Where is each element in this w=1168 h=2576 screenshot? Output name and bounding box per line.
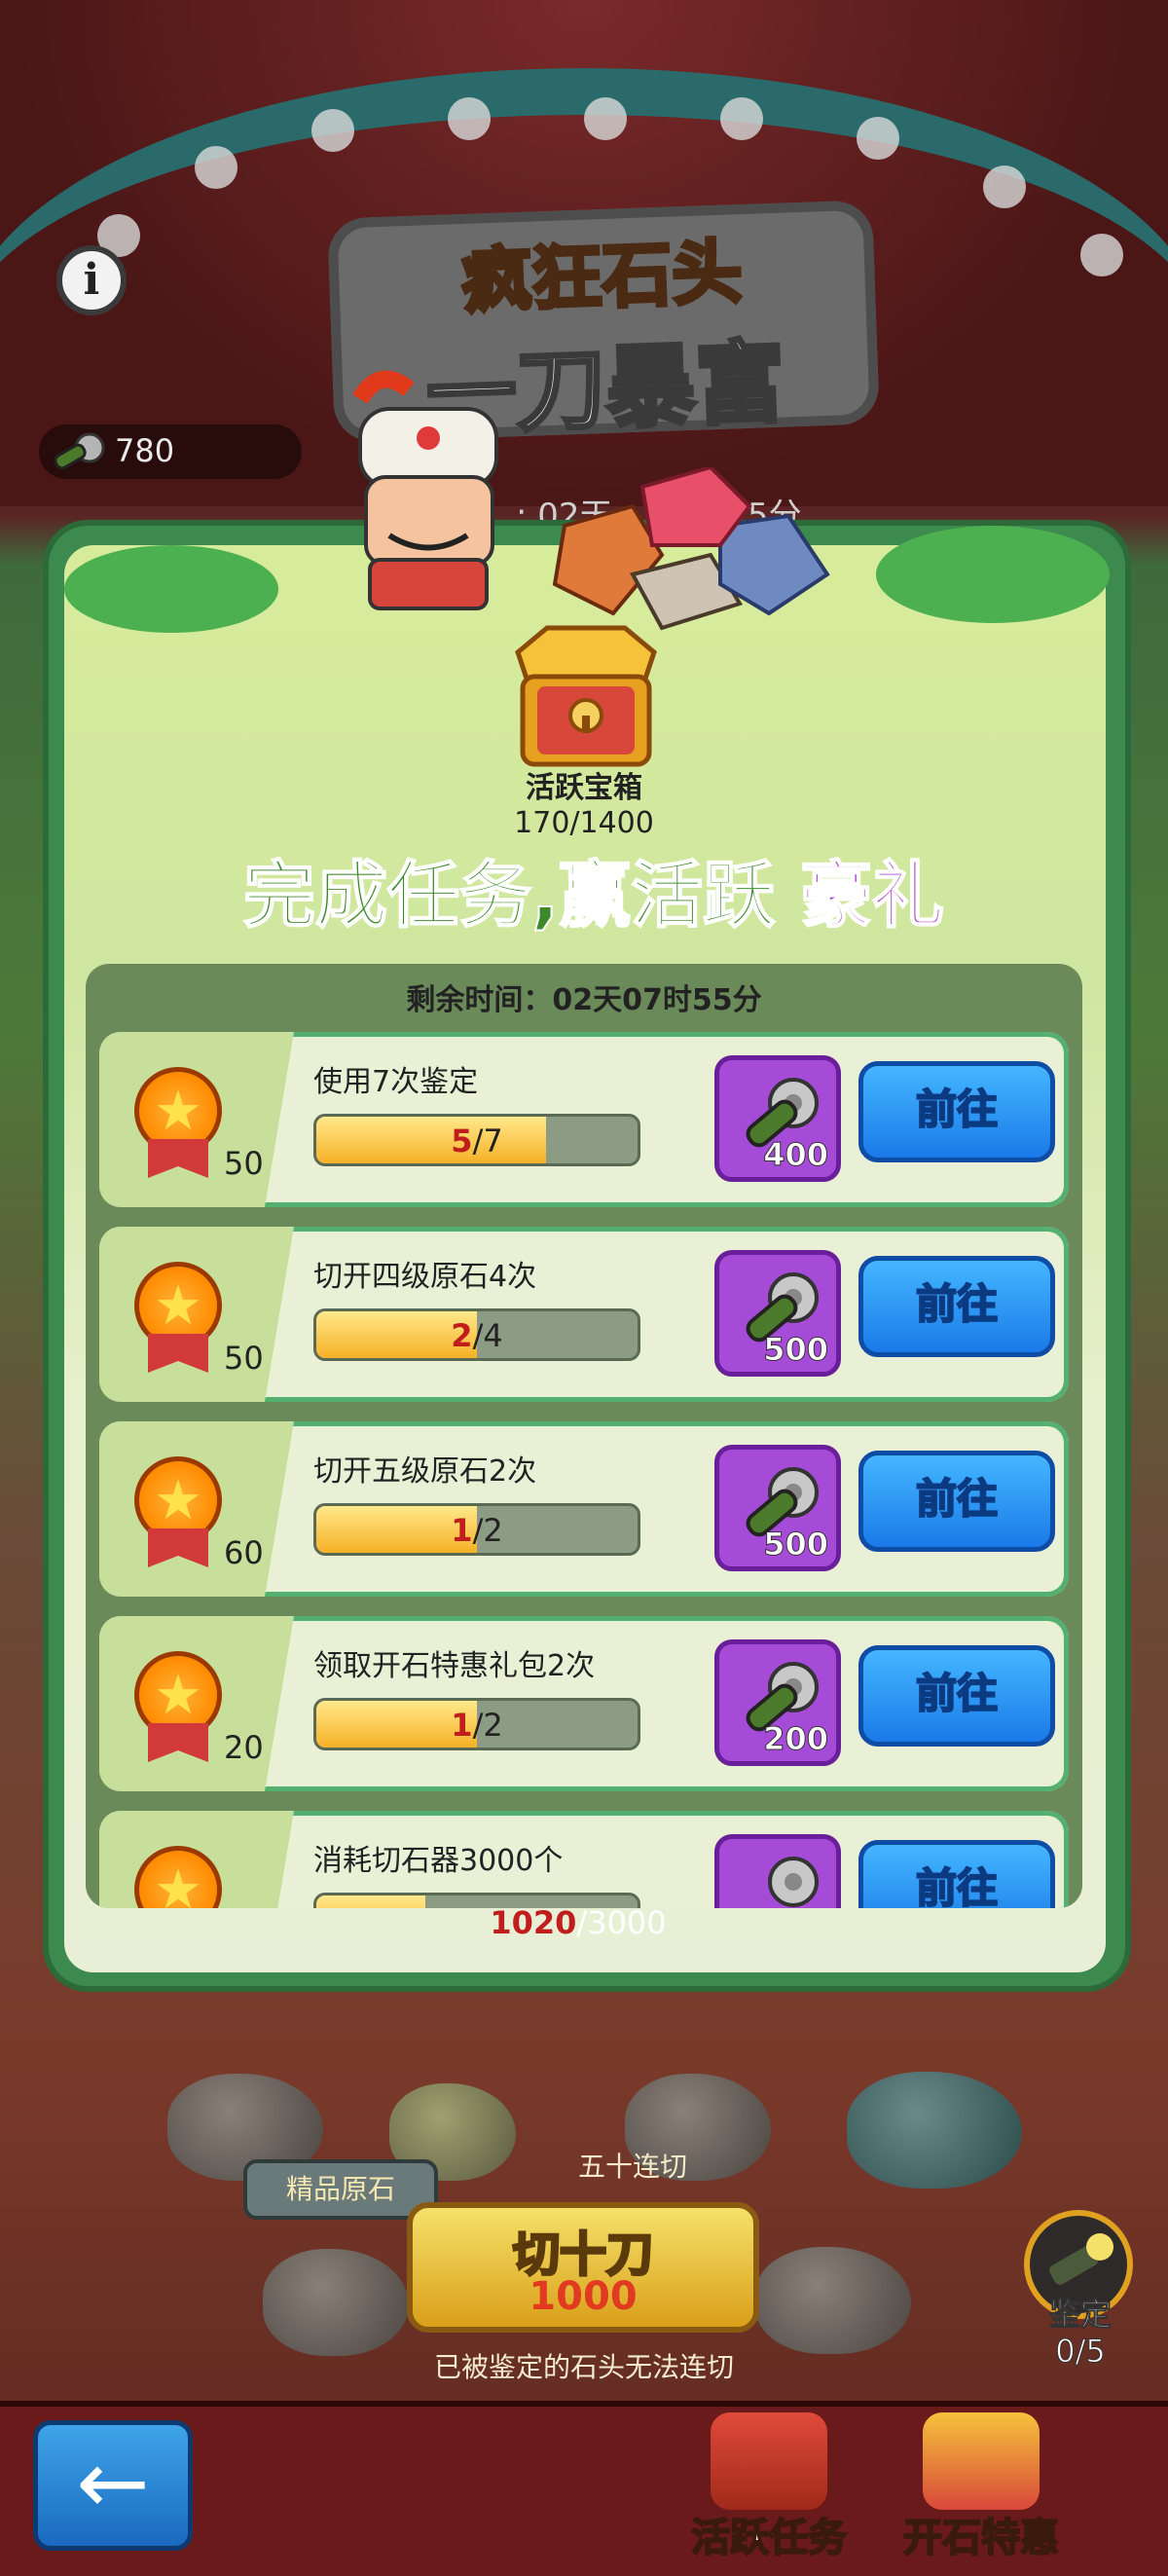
light-bulb [1080, 234, 1123, 276]
task-points: 50 [224, 1145, 264, 1182]
stone[interactable] [263, 2249, 409, 2356]
remaining-time: 剩余时间：02天07时55分 [406, 983, 762, 1017]
task-row: ★ 50 使用7次鉴定 5/7 400 前往 [99, 1032, 1069, 1207]
tab-active-tasks-label: 活跃任务 [690, 2515, 848, 2561]
chest-progress: 170/1400 [514, 806, 654, 840]
light-bulb [311, 109, 354, 152]
task-name: 领取开石特惠礼包2次 [313, 1649, 596, 1683]
cut-ten-button[interactable]: 切十刀 1000 [407, 2202, 759, 2333]
gift-box-icon [923, 2412, 1040, 2510]
tab-stone-deals-label: 开石特惠 [902, 2515, 1060, 2561]
premium-stone-tag: 精品原石 [243, 2159, 438, 2220]
task-points: 50 [224, 1340, 264, 1377]
merchant-character [352, 370, 498, 610]
task-row: ★ 20 领取开石特惠礼包2次 1/2 200 前往 [99, 1616, 1069, 1791]
progress-total: /4 [472, 1317, 503, 1354]
reward-box: 500 [714, 1445, 841, 1571]
stone[interactable] [755, 2247, 911, 2354]
fifty-cut-label[interactable]: 五十连切 [526, 2146, 740, 2185]
progress-total: /3000 [576, 1904, 667, 1941]
task-progress-bar: 5/7 [313, 1114, 640, 1166]
reward-amount: 500 [763, 1526, 829, 1564]
progress-current: 5 [451, 1122, 473, 1159]
progress-total: /2 [472, 1512, 503, 1549]
task-name: 使用7次鉴定 [313, 1065, 479, 1099]
go-button[interactable]: 前往 [858, 1256, 1055, 1357]
cutter-icon [54, 432, 105, 470]
tab-active-tasks[interactable]: 活跃任务 [672, 2401, 866, 2570]
light-bulb [195, 146, 237, 189]
task-progress-bar: 1/2 [313, 1698, 640, 1750]
reward-box: 400 [714, 1055, 841, 1182]
treasure-chest-icon[interactable] [498, 623, 674, 779]
stone[interactable] [847, 2072, 1022, 2189]
reward-box [714, 1834, 841, 1908]
light-bulb [720, 97, 763, 140]
cutter-currency-display: 780 [39, 424, 302, 479]
task-points: 60 [224, 1534, 264, 1571]
go-button[interactable]: 前往 [858, 1645, 1055, 1747]
gem-stones-decoration [552, 467, 830, 631]
appraise-count: 0/5 [1055, 2333, 1107, 2371]
cut-note: 已被鉴定的石头无法连切 [433, 2351, 734, 2383]
go-button[interactable]: 前往 [858, 1061, 1055, 1162]
cutter-icon [768, 1857, 819, 1907]
task-row: ★ 60 切开五级原石2次 1/2 500 前往 [99, 1421, 1069, 1597]
info-icon[interactable]: i [56, 245, 127, 315]
progress-current: 2 [451, 1317, 473, 1354]
task-name: 切开四级原石4次 [313, 1260, 537, 1294]
light-bulb [857, 117, 899, 160]
task-name: 消耗切石器3000个 [313, 1844, 564, 1878]
back-button[interactable]: ← [33, 2420, 193, 2551]
progress-total: /7 [472, 1122, 503, 1159]
panel-headline: 完成任务,赢活跃 豪礼 [214, 837, 973, 941]
bush-decoration [64, 545, 278, 633]
progress-current: 1 [451, 1512, 473, 1549]
reward-box: 500 [714, 1250, 841, 1377]
task-name: 切开五级原石2次 [313, 1454, 537, 1489]
go-button[interactable]: 前往 [858, 1840, 1055, 1908]
progress-total: /2 [472, 1707, 503, 1744]
task-list[interactable]: ★ 50 使用7次鉴定 5/7 400 前往 ★ 50 切开四级原石4次 2/4 [86, 964, 1082, 1908]
task-points: 20 [224, 1729, 264, 1766]
headline-text: 完成任务,赢活跃 [242, 853, 776, 938]
headline-highlight: 豪礼 [799, 853, 945, 938]
task-progress-bar: 2/4 [313, 1308, 640, 1361]
task-row: ★ 消耗切石器3000个 前往 [99, 1811, 1069, 1908]
reward-amount: 200 [763, 1720, 829, 1758]
progress-current: 1020 [490, 1904, 577, 1941]
progress-current: 1 [451, 1707, 473, 1744]
go-button[interactable]: 前往 [858, 1451, 1055, 1552]
light-bulb [448, 97, 491, 140]
appraise-label: 鉴定 [1048, 2296, 1112, 2334]
task-row: ★ 50 切开四级原石4次 2/4 500 前往 [99, 1227, 1069, 1402]
reward-amount: 400 [763, 1136, 829, 1174]
bush-decoration [876, 526, 1110, 623]
currency-value: 780 [115, 432, 175, 469]
active-tasks-icon [711, 2412, 827, 2510]
light-bulb [983, 166, 1026, 208]
tab-stone-deals[interactable]: 开石特惠 [884, 2401, 1078, 2570]
task-5-progress-text: 1020/3000 [383, 1904, 773, 1941]
cut-button-cost: 1000 [529, 2274, 638, 2319]
reward-box: 200 [714, 1639, 841, 1766]
chest-label: 活跃宝箱 [526, 771, 642, 805]
task-progress-bar: 1/2 [313, 1503, 640, 1556]
light-bulb [584, 97, 627, 140]
reward-amount: 500 [763, 1331, 829, 1369]
